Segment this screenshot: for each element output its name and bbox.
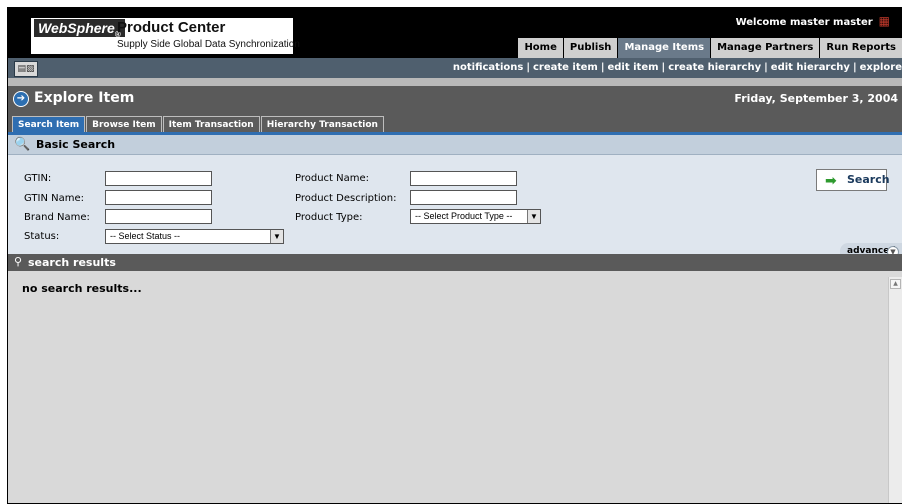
status-select[interactable]: -- Select Status -- ▼ [105,229,284,244]
search-magnifier-icon: 🔍 [14,137,31,152]
chevron-down-icon[interactable]: ▼ [270,230,283,243]
product-description-input[interactable] [410,190,517,205]
arrow-right-icon: ➡ [825,173,837,189]
product-type-select-value: -- Select Product Type -- [415,211,513,221]
gtin-name-input[interactable] [105,190,212,205]
status-label: Status: [24,231,60,242]
websphere-logo: WebSphere® [34,19,125,39]
app-header: WebSphere® Product Center Supply Side Gl… [8,8,902,58]
arrow-circle-icon: ➔ [13,91,29,107]
product-name-label: Product Name: [295,173,370,184]
nav-home[interactable]: Home [517,38,563,58]
basic-search-header: 🔍 Basic Search [8,135,902,155]
subnav-links: notifications | create item | edit item | crea… [452,62,902,73]
basic-search-title: Basic Search [36,138,116,151]
product-name-input[interactable] [410,171,517,186]
flag-icon: ▦ [878,14,890,28]
results-empty-text: no search results... [22,282,142,295]
results-header: ⚲ search results [8,254,902,271]
nav-manage-items[interactable]: Manage Items [617,38,711,58]
workspace-icon[interactable]: ▤▧ [14,61,38,77]
gtin-input[interactable] [105,171,212,186]
sub-nav: ▤▧ notifications | create item | edit item | c… [8,58,902,78]
nav-run-reports[interactable]: Run Reports [819,38,902,58]
divider-band [8,78,902,86]
brand-name-label: Brand Name: [24,212,90,223]
gtin-label: GTIN: [24,173,52,184]
search-button[interactable]: ➡ Search [816,169,890,191]
product-description-label: Product Description: [295,193,397,204]
brand-name-input[interactable] [105,209,212,224]
results-title: search results [28,256,116,269]
product-type-select[interactable]: -- Select Product Type -- ▼ [410,209,541,224]
product-subtitle: Supply Side Global Data Synchronization [117,39,300,50]
page-title: Explore Item [34,90,135,106]
gtin-name-label: GTIN Name: [24,193,84,204]
page-date: Friday, September 3, 2004 [734,92,898,105]
results-panel: no search results... ▲ [8,271,902,503]
chevron-down-icon[interactable]: ▼ [527,210,540,223]
status-select-value: -- Select Status -- [110,231,181,241]
nav-manage-partners[interactable]: Manage Partners [710,38,820,58]
nav-publish[interactable]: Publish [562,38,618,58]
tabs-row: Search Item Browse Item Item Transaction… [8,113,902,134]
link-create-item[interactable]: create item [533,62,598,73]
page-title-bar: ➔ Explore Item Friday, September 3, 2004 [8,86,902,113]
welcome-text: Welcome master master ▦ [735,14,890,28]
scroll-up-icon[interactable]: ▲ [890,279,901,289]
link-create-hierarchy[interactable]: create hierarchy [668,62,761,73]
link-explore[interactable]: explore [860,62,902,73]
app-window: WebSphere® Product Center Supply Side Gl… [7,7,902,504]
product-type-label: Product Type: [295,212,363,223]
link-edit-hierarchy[interactable]: edit hierarchy [771,62,850,73]
search-results-icon: ⚲ [14,255,23,268]
top-nav: Home Publish Manage Items Manage Partner… [517,38,902,58]
product-name: Product Center [117,19,226,36]
link-notifications[interactable]: notifications [453,62,523,73]
results-scrollbar[interactable]: ▲ [888,277,902,503]
link-edit-item[interactable]: edit item [607,62,658,73]
